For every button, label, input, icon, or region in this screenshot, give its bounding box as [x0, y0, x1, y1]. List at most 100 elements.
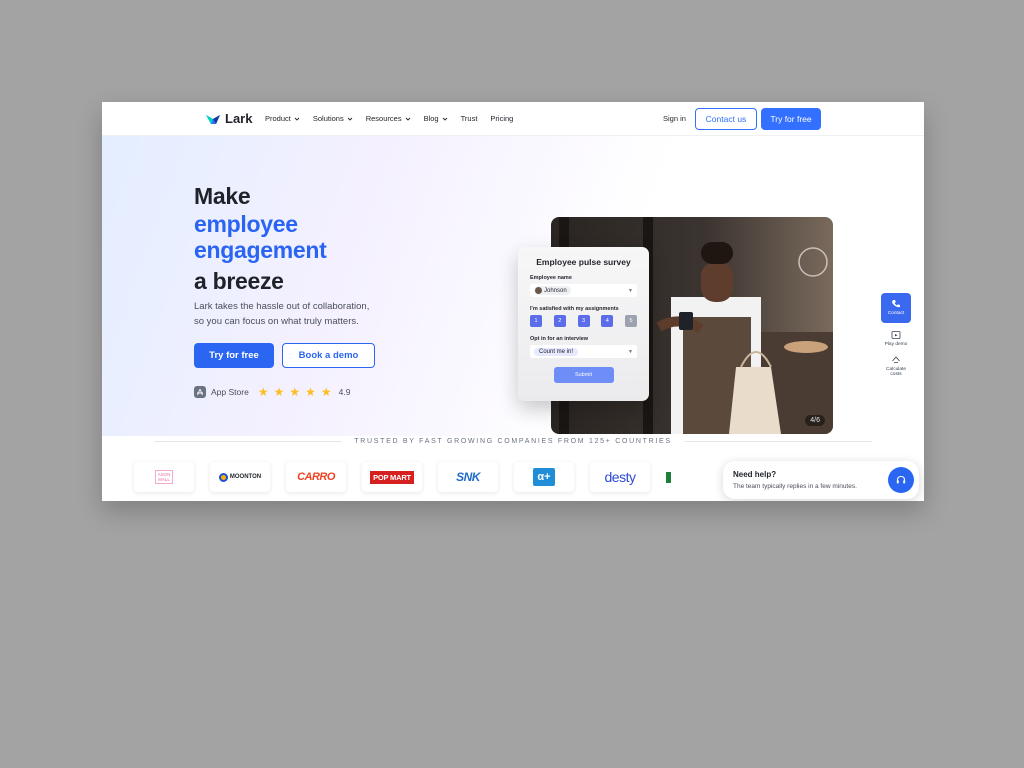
main-menu: Product Solutions Resources Blog Trust P… [265, 114, 513, 123]
menu-trust[interactable]: Trust [461, 114, 478, 123]
headline-line-3: engagement [194, 237, 327, 263]
caret-down-icon: ▼ [628, 287, 633, 294]
lark-logo[interactable]: Lark [205, 111, 252, 126]
popmart-wordmark: POP MART [370, 470, 414, 484]
play-demo-icon [891, 331, 901, 339]
employee-name-select[interactable]: Johnson ▼ [530, 284, 637, 297]
help-subtitle: The team typically replies in a few minu… [733, 483, 857, 490]
optin-value: Count me in! [534, 347, 579, 356]
headset-icon [896, 475, 906, 484]
scale-option-4[interactable]: 4 [601, 315, 614, 327]
menu-resources-label: Resources [365, 114, 402, 123]
divider [683, 441, 873, 442]
hero-section: Make employee engagement a breeze Lark t… [102, 136, 924, 436]
rating-value: 4.9 [338, 387, 351, 397]
scale-option-5[interactable]: 5 [625, 315, 637, 327]
employee-name-label: Employee name [530, 275, 572, 281]
hero-subtitle-line-2: so you can focus on what truly matters. [194, 315, 359, 327]
scale-option-3[interactable]: 3 [577, 315, 590, 327]
chevron-down-icon [294, 117, 300, 121]
satisfied-label: I'm satisfied with my assignments [530, 306, 619, 312]
side-play-label: Play demo [884, 342, 908, 347]
menu-pricing-label: Pricing [490, 114, 514, 123]
app-store-icon [194, 386, 206, 398]
logo-snk: SNK [438, 462, 498, 492]
divider [154, 441, 343, 442]
trusted-heading: TRUSTED BY FAST GROWING COMPANIES FROM 1… [154, 438, 873, 445]
customer-logos: ASGN MALL MOONTON CARRO POP MART SNK α+ … [134, 462, 686, 492]
try-for-free-button[interactable]: Try for free [194, 343, 274, 368]
star-icon: ★ [320, 385, 332, 399]
carro-wordmark: CARRO [297, 471, 335, 483]
side-contact-button[interactable]: Contact [881, 293, 911, 323]
moonton-mark-icon [218, 472, 228, 482]
logo-text: Lark [225, 111, 253, 126]
side-calculate-costs[interactable]: Calculate costs [880, 355, 912, 378]
snk-wordmark: SNK [456, 470, 480, 484]
star-icon: ★ [257, 385, 269, 399]
survey-submit-button[interactable]: Submit [553, 367, 614, 383]
headline-line-2: employee [194, 211, 298, 237]
logo-popmart: POP MART [362, 462, 422, 492]
help-popup[interactable]: Need help? The team typically replies in… [723, 461, 919, 499]
chat-support-button[interactable] [888, 467, 914, 493]
logo-carro: CARRO [286, 462, 346, 492]
moonton-text: MOONTON [229, 474, 262, 480]
employee-chip: Johnson [534, 286, 571, 295]
menu-solutions-label: Solutions [312, 114, 344, 123]
hero-subtitle: Lark takes the hassle out of collaborati… [194, 300, 414, 329]
logo-desty: desty [590, 462, 650, 492]
menu-trust-label: Trust [460, 114, 478, 123]
browser-frame: Lark Product Solutions Resources Blog Tr… [102, 102, 924, 501]
menu-solutions[interactable]: Solutions [313, 114, 353, 123]
help-title: Need help? [733, 470, 777, 479]
scale-option-1[interactable]: 1 [530, 315, 542, 327]
employee-name-value: Johnson [544, 287, 567, 294]
lark-bird-icon [206, 114, 220, 124]
side-play-demo[interactable]: Play demo [880, 330, 912, 348]
headline-line-4: a breeze [194, 268, 284, 294]
menu-product-label: Product [265, 114, 291, 123]
top-nav: Lark Product Solutions Resources Blog Tr… [102, 102, 924, 136]
optin-select[interactable]: Count me in! ▼ [530, 345, 637, 358]
asgn-line-2: MALL [158, 477, 170, 482]
star-icon: ★ [289, 385, 301, 399]
scale-option-2[interactable]: 2 [553, 315, 566, 327]
optin-label: Opt in for an interview [530, 336, 589, 342]
side-calc-label: Calculate costs [886, 367, 906, 378]
headline-line-1: Make [194, 183, 251, 209]
try-for-free-nav-button[interactable]: Try for free [761, 108, 821, 130]
contact-us-button[interactable]: Contact us [695, 108, 757, 130]
desty-wordmark: desty [604, 469, 636, 485]
chevron-down-icon [405, 117, 410, 121]
asgn-mall-wordmark: ASGN MALL [154, 470, 174, 484]
menu-pricing[interactable]: Pricing [490, 114, 513, 123]
star-icon: ★ [273, 385, 285, 399]
logo-moonton: MOONTON [210, 462, 270, 492]
star-icon: ★ [305, 385, 316, 399]
logo-asgn-mall: ASGN MALL [134, 462, 194, 492]
signin-link[interactable]: Sign in [663, 114, 686, 123]
app-store-label: App Store [211, 387, 249, 397]
menu-resources[interactable]: Resources [366, 114, 411, 123]
alpha-plus-wordmark: α+ [533, 468, 555, 486]
side-contact-label: Contact [887, 311, 905, 317]
trusted-text: TRUSTED BY FAST GROWING COMPANIES FROM 1… [354, 438, 672, 445]
avatar [535, 287, 542, 294]
menu-product[interactable]: Product [265, 114, 300, 123]
side-widget: Contact Play demo Calculate costs [879, 293, 913, 378]
book-demo-button[interactable]: Book a demo [282, 343, 375, 368]
side-calc-line-2: costs [890, 372, 902, 377]
menu-blog-label: Blog [423, 114, 439, 123]
phone-icon [892, 300, 900, 308]
logo-partial [666, 462, 686, 492]
logo-alpha-plus: α+ [514, 462, 574, 492]
calculate-icon [892, 355, 900, 363]
caret-down-icon: ▼ [628, 348, 633, 355]
app-store-rating[interactable]: App Store ★ ★ ★ ★ ★ 4.9 [194, 386, 350, 398]
hero-subtitle-line-1: Lark takes the hassle out of collaborati… [194, 301, 370, 312]
menu-blog[interactable]: Blog [424, 114, 448, 123]
chevron-down-icon [442, 117, 447, 121]
side-calc-line-1: Calculate [886, 366, 906, 372]
slide-counter: 4/6 [805, 415, 825, 426]
